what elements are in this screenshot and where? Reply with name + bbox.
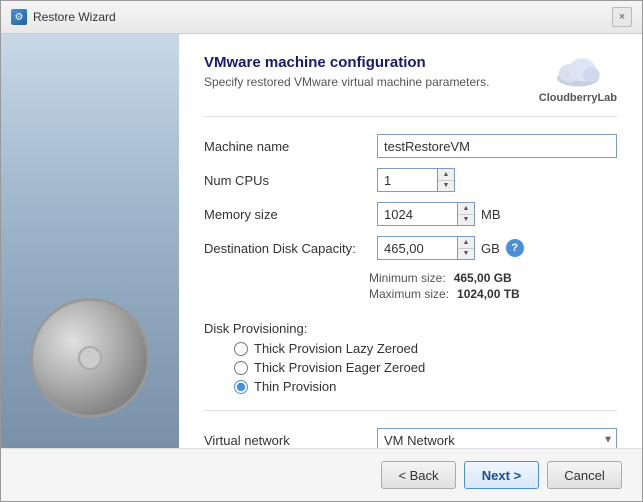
next-button[interactable]: Next > (464, 461, 539, 489)
memory-increment-button[interactable]: ▲ (458, 203, 474, 215)
memory-wrapper: ▲ ▼ MB (377, 202, 501, 226)
radio-thin-input[interactable] (234, 380, 248, 394)
cloudberry-label: CloudberryLab (539, 92, 617, 104)
restore-wizard-window: ⚙ Restore Wizard × VMware machine config… (0, 0, 643, 502)
disk-spinner-buttons: ▲ ▼ (457, 236, 475, 260)
radio-thick-eager[interactable]: Thick Provision Eager Zeroed (234, 360, 617, 375)
title-bar-left: ⚙ Restore Wizard (11, 9, 116, 25)
virtual-network-select[interactable]: VM Network (377, 428, 617, 448)
disk-capacity-wrapper: ▲ ▼ GB ? (377, 236, 524, 260)
footer: < Back Next > Cancel (1, 448, 642, 501)
min-size-row: Minimum size: 465,00 GB (369, 271, 617, 285)
disk-spinner: ▲ ▼ (377, 236, 475, 260)
disk-unit-label: GB (481, 241, 500, 256)
radio-thick-eager-label: Thick Provision Eager Zeroed (254, 360, 425, 375)
max-size-value: 1024,00 TB (457, 287, 520, 301)
disk-decrement-button[interactable]: ▼ (458, 249, 474, 260)
disc-graphic (30, 298, 150, 418)
max-size-key: Maximum size: (369, 287, 449, 301)
info-icon[interactable]: ? (506, 239, 524, 257)
panel-header: VMware machine configuration Specify res… (204, 54, 617, 117)
max-size-row: Maximum size: 1024,00 TB (369, 287, 617, 301)
panel-subtitle: Specify restored VMware virtual machine … (204, 75, 489, 89)
radio-thick-lazy-label: Thick Provision Lazy Zeroed (254, 341, 418, 356)
cpus-spinner-buttons: ▲ ▼ (437, 168, 455, 192)
cancel-button[interactable]: Cancel (547, 461, 622, 489)
memory-size-input[interactable] (377, 202, 457, 226)
cloudberry-logo: CloudberryLab (539, 54, 617, 104)
machine-name-row: Machine name (204, 133, 617, 159)
disk-provisioning-label-row: Disk Provisioning: (204, 315, 617, 341)
disk-capacity-label: Destination Disk Capacity: (204, 241, 369, 256)
form-area: Machine name Num CPUs ▲ ▼ (204, 133, 617, 448)
num-cpus-label: Num CPUs (204, 173, 369, 188)
cloudberry-svg-icon (553, 54, 603, 89)
memory-unit-label: MB (481, 207, 501, 222)
disk-provisioning-label: Disk Provisioning: (204, 321, 369, 336)
divider (204, 410, 617, 411)
min-size-value: 465,00 GB (454, 271, 512, 285)
disk-capacity-row: Destination Disk Capacity: ▲ ▼ GB ? (204, 235, 617, 261)
radio-thick-eager-input[interactable] (234, 361, 248, 375)
num-cpus-row: Num CPUs ▲ ▼ (204, 167, 617, 193)
num-cpus-input[interactable] (377, 168, 437, 192)
panel-title: VMware machine configuration (204, 54, 489, 71)
memory-size-label: Memory size (204, 207, 369, 222)
main-content: VMware machine configuration Specify res… (1, 34, 642, 448)
cpus-decrement-button[interactable]: ▼ (438, 181, 454, 192)
virtual-network-label: Virtual network (204, 433, 369, 448)
radio-group: Thick Provision Lazy Zeroed Thick Provis… (234, 341, 617, 394)
wizard-icon: ⚙ (11, 9, 27, 25)
virtual-network-dropdown-wrapper: VM Network ▼ (377, 428, 617, 448)
radio-thick-lazy[interactable]: Thick Provision Lazy Zeroed (234, 341, 617, 356)
window-title: Restore Wizard (33, 10, 116, 24)
memory-size-row: Memory size ▲ ▼ MB (204, 201, 617, 227)
radio-thick-lazy-input[interactable] (234, 342, 248, 356)
min-size-key: Minimum size: (369, 271, 446, 285)
radio-thin[interactable]: Thin Provision (234, 379, 617, 394)
memory-spinner: ▲ ▼ (377, 202, 475, 226)
sidebar (1, 34, 179, 448)
size-info: Minimum size: 465,00 GB Maximum size: 10… (369, 271, 617, 301)
machine-name-input[interactable] (377, 134, 617, 158)
machine-name-label: Machine name (204, 139, 369, 154)
header-text-area: VMware machine configuration Specify res… (204, 54, 489, 89)
disk-capacity-input[interactable] (377, 236, 457, 260)
virtual-network-row: Virtual network VM Network ▼ (204, 427, 617, 448)
close-button[interactable]: × (612, 7, 632, 27)
cpus-spinner: ▲ ▼ (377, 168, 455, 192)
disk-increment-button[interactable]: ▲ (458, 237, 474, 249)
cpus-increment-button[interactable]: ▲ (438, 169, 454, 181)
radio-thin-label: Thin Provision (254, 379, 336, 394)
right-panel: VMware machine configuration Specify res… (179, 34, 642, 448)
memory-spinner-buttons: ▲ ▼ (457, 202, 475, 226)
title-bar: ⚙ Restore Wizard × (1, 1, 642, 34)
disk-provisioning-section: Disk Provisioning: Thick Provision Lazy … (204, 315, 617, 394)
memory-decrement-button[interactable]: ▼ (458, 215, 474, 226)
back-button[interactable]: < Back (381, 461, 456, 489)
